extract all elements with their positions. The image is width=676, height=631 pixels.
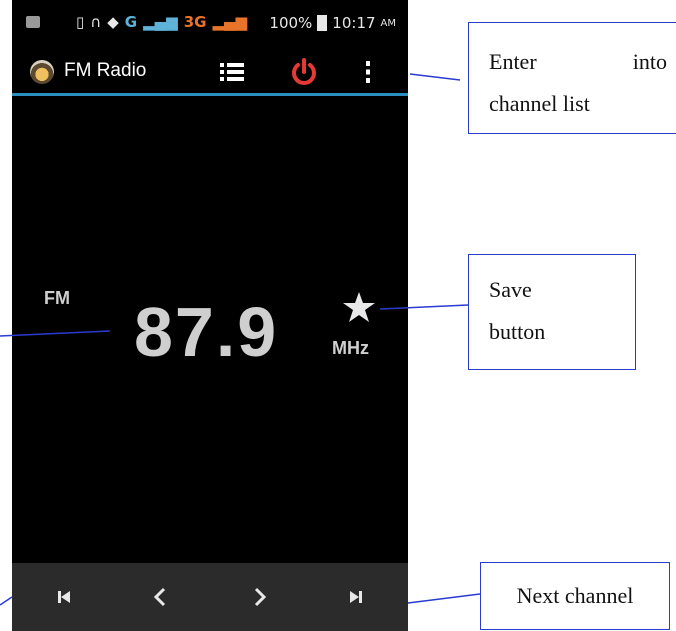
playback-controls xyxy=(12,563,408,631)
network-g-label: G xyxy=(124,13,138,31)
callout-next-channel: Next channel xyxy=(480,562,670,630)
notification-icon xyxy=(26,16,40,28)
seek-back-icon[interactable] xyxy=(146,583,174,611)
callout-channel-list: Enter into channel list xyxy=(468,22,676,134)
callout-save-button: Save button xyxy=(468,254,636,370)
radio-app-icon xyxy=(30,60,54,84)
battery-percent: 100% xyxy=(269,14,313,32)
clock-ampm: AM xyxy=(380,17,396,29)
action-bar: FM Radio xyxy=(12,52,408,92)
more-options-icon[interactable] xyxy=(362,58,374,86)
callout-channel-list-line2: channel list xyxy=(489,91,590,116)
phone-screenshot: ▯ ∩ ◆ G ▂▄▆ 3G ▂▄▆ 100% 10:17 AM FM Radio xyxy=(12,0,408,631)
status-bar: ▯ ∩ ◆ G ▂▄▆ 3G ▂▄▆ 100% 10:17 AM xyxy=(12,0,408,52)
frequency-unit: MHz xyxy=(332,338,369,358)
frequency-display: 87.9 xyxy=(134,293,279,371)
channel-list-icon[interactable] xyxy=(218,58,246,86)
status-right: 100% 10:17 AM xyxy=(269,14,396,32)
callout-next-channel-text: Next channel xyxy=(516,583,634,608)
power-icon[interactable] xyxy=(288,56,320,88)
action-bar-divider xyxy=(12,93,408,96)
callout-channel-list-word2: into xyxy=(632,49,667,74)
network-3g-label: 3G xyxy=(183,13,207,31)
battery-icon xyxy=(317,15,328,31)
headset-icon: ∩ xyxy=(90,13,102,31)
callout-save-line1: Save xyxy=(489,277,532,302)
clock-time: 10:17 xyxy=(332,14,376,32)
signal-icon-2: ▂▄▆ xyxy=(212,13,248,31)
band-label: FM xyxy=(44,288,70,308)
callout-save-line2: button xyxy=(489,319,546,344)
signal-icon: ▂▄▆ xyxy=(143,13,178,31)
app-title: FM Radio xyxy=(64,60,147,81)
status-icons: ▯ ∩ ◆ G ▂▄▆ 3G ▂▄▆ xyxy=(76,13,247,31)
vibrate-icon: ▯ xyxy=(76,13,85,31)
previous-channel-icon[interactable] xyxy=(50,583,78,611)
wifi-icon: ◆ xyxy=(107,13,119,31)
callout-channel-list-word1: Enter xyxy=(489,49,537,74)
next-channel-icon[interactable] xyxy=(342,583,370,611)
seek-forward-icon[interactable] xyxy=(246,583,274,611)
favorite-star-icon[interactable] xyxy=(342,290,376,324)
